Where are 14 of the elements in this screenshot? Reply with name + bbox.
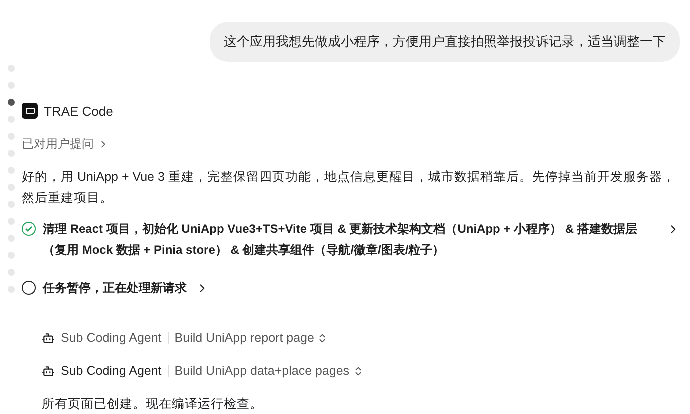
agent-name: TRAE Code bbox=[44, 102, 114, 120]
robot-icon bbox=[42, 332, 55, 345]
task-text[interactable]: 任务暂停，正在处理新请求 bbox=[43, 278, 189, 299]
terminal-icon bbox=[22, 103, 38, 120]
user-message: 这个应用我想先做成小程序，方便用户直接拍照举报投诉记录，适当调整一下 bbox=[210, 22, 680, 62]
reply-text: 好的，用 UniApp + Vue 3 重建，完整保留四页功能，地点信息更醒目，城市数据稍靠后。先停掉当前开发服务器，然后重建项目。 bbox=[22, 169, 676, 207]
task-text[interactable]: 清理 React 项目，初始化 UniApp Vue3+TS+Vite 项目 & 更新技术架构文档（UniApp + 小程序） & 搭建数据层（复用 Mock 数据 + Pinia store） & 创建共享组件（导航/徽章/图表/粒子） bbox=[43, 219, 660, 261]
sub-agent-name: Sub Coding Agent bbox=[61, 330, 162, 347]
sub-agent-task[interactable]: Build UniApp data+place pages bbox=[174, 362, 364, 380]
asked-user-link[interactable]: 已对用户提问 bbox=[22, 135, 109, 153]
status-text: 所有页面已创建。现在编译运行检查。 bbox=[42, 396, 264, 412]
sub-agent-name: Sub Coding Agent bbox=[61, 362, 162, 380]
sub-agent-task[interactable]: Build UniApp report page bbox=[174, 329, 328, 348]
robot-icon bbox=[42, 364, 55, 378]
